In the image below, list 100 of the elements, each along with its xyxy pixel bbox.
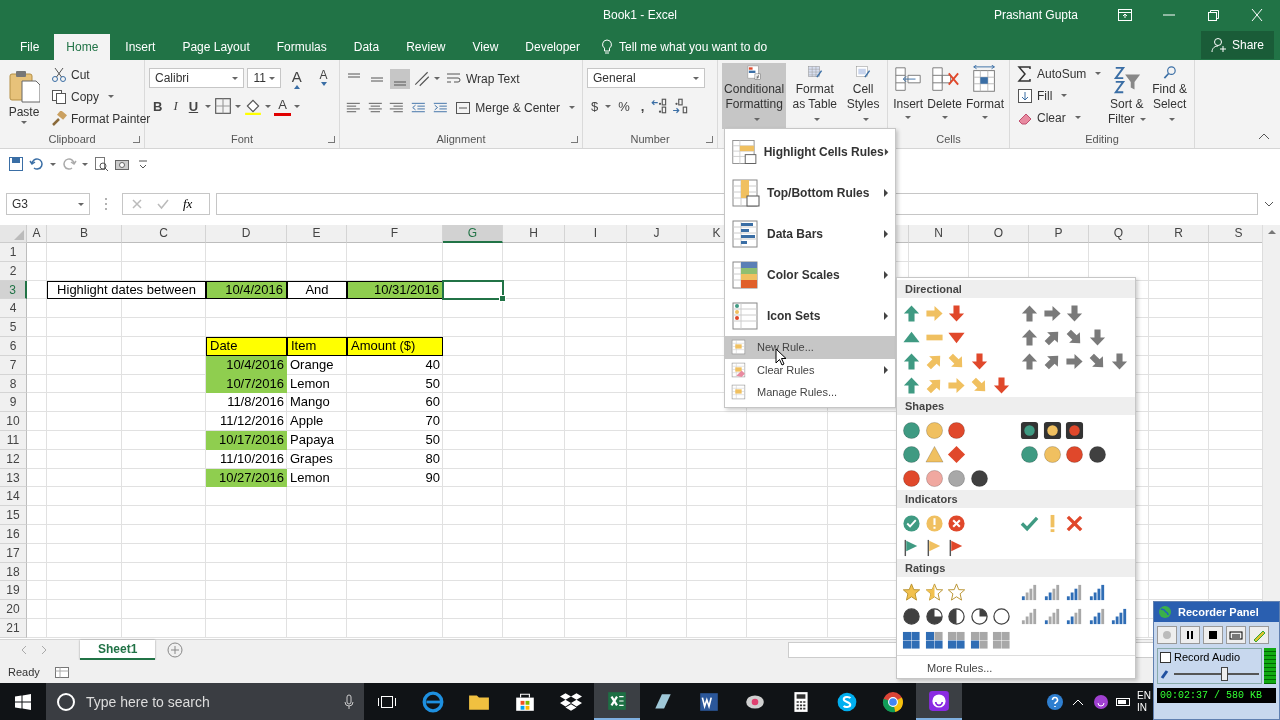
- table-cell-text: Grapes: [289, 449, 334, 468]
- column-header[interactable]: H: [503, 225, 565, 243]
- row-header[interactable]: 9: [0, 393, 27, 413]
- shrink-font-button[interactable]: A: [312, 68, 335, 88]
- ribbon-tab[interactable]: File: [8, 34, 52, 60]
- menu-item[interactable]: New Rule...: [725, 336, 895, 359]
- group-label: Cells: [936, 133, 961, 145]
- ribbon-tab[interactable]: Data: [341, 34, 392, 60]
- ribbon-tab[interactable]: Formulas: [264, 34, 339, 60]
- column-header[interactable]: R: [1149, 225, 1209, 243]
- user-name[interactable]: Prashant Gupta: [993, 8, 1078, 22]
- column-header[interactable]: D: [206, 225, 287, 243]
- search-bar[interactable]: Type here to search: [46, 683, 364, 720]
- format-cells-button[interactable]: Format: [965, 63, 1005, 129]
- currency-button[interactable]: $: [587, 96, 603, 116]
- row-header[interactable]: 15: [0, 506, 27, 525]
- column-header[interactable]: A: [27, 225, 47, 243]
- column-header[interactable]: C: [122, 225, 206, 243]
- column-header[interactable]: I: [565, 225, 627, 243]
- autosum-button[interactable]: AutoSum: [1014, 63, 1105, 84]
- comma-button[interactable]: ,: [636, 96, 649, 116]
- number-format-dropdown[interactable]: General: [587, 68, 705, 88]
- grow-font-button[interactable]: A: [284, 68, 310, 88]
- clear-button[interactable]: Clear: [1014, 107, 1105, 128]
- font-color-button[interactable]: A: [274, 96, 291, 116]
- column-header[interactable]: S: [1209, 225, 1262, 243]
- font-size-dropdown[interactable]: 11: [247, 68, 282, 88]
- column-header[interactable]: F: [347, 225, 443, 243]
- recording-status: 00:02:37 / 580 KB: [1157, 688, 1276, 703]
- menu-item[interactable]: Icon Sets: [725, 295, 895, 336]
- table-cell-text: 60: [424, 393, 441, 412]
- table-cell-text: Papaya: [289, 430, 336, 449]
- group-label: Editing: [1085, 133, 1119, 145]
- language-indicator[interactable]: EN: [1137, 689, 1151, 702]
- group-label: Font: [231, 133, 253, 145]
- column-header[interactable]: J: [627, 225, 687, 243]
- column-header[interactable]: Q: [1089, 225, 1149, 243]
- table-cell-text: Lemon: [289, 374, 331, 393]
- menu-item[interactable]: Top/Bottom Rules: [725, 172, 895, 213]
- table-cell-text: 80: [424, 449, 441, 468]
- column-header[interactable]: N: [909, 225, 969, 243]
- percent-button[interactable]: %: [614, 96, 634, 116]
- delete-cells-button[interactable]: Delete: [926, 63, 963, 129]
- status-text: Ready: [8, 665, 40, 678]
- ribbon-tab[interactable]: Home: [54, 34, 111, 60]
- ribbon-tab[interactable]: Review: [394, 34, 458, 60]
- tell-me-field[interactable]: Tell me what you want to do: [619, 40, 768, 54]
- font-name-dropdown[interactable]: Calibri: [149, 68, 245, 88]
- table-cell-text: Lemon: [289, 468, 331, 487]
- window-title: Book1 - Excel: [602, 8, 677, 22]
- table-cell-text: Orange: [289, 355, 335, 374]
- table-cell-text: 90: [424, 468, 441, 487]
- column-header[interactable]: B: [47, 225, 122, 243]
- merge-center-button[interactable]: Merge & Center: [452, 97, 578, 118]
- menu-item[interactable]: Clear Rules: [725, 358, 895, 381]
- menu-item[interactable]: Highlight Cells Rules: [725, 131, 895, 172]
- section-heading: Shapes: [897, 397, 1135, 415]
- menu-item[interactable]: Manage Rules...: [725, 381, 895, 404]
- menu-item[interactable]: Color Scales: [725, 254, 895, 295]
- insert-cells-button[interactable]: Insert: [892, 63, 925, 129]
- row-header[interactable]: 10: [0, 412, 27, 431]
- fill-button[interactable]: Fill: [1014, 85, 1105, 106]
- menu-item[interactable]: More Rules...: [897, 655, 1135, 674]
- underline-button[interactable]: U: [184, 96, 203, 116]
- table-cell-text: 40: [424, 355, 441, 374]
- table-cell-text: 50: [424, 374, 441, 393]
- wrap-text-button[interactable]: Wrap Text: [443, 68, 523, 89]
- table-cell-text: 70: [424, 412, 441, 431]
- section-heading: Directional: [897, 280, 1135, 298]
- table-cell-text: 50: [424, 430, 441, 449]
- table-cell-text: Apple: [289, 412, 325, 431]
- row-header[interactable]: 4: [0, 299, 27, 319]
- ribbon-tab[interactable]: View: [460, 34, 511, 60]
- sort-filter-button[interactable]: Sort & Filter: [1106, 63, 1148, 129]
- italic-button[interactable]: I: [169, 96, 182, 116]
- column-header[interactable]: E: [287, 225, 347, 243]
- paste-button[interactable]: Paste: [4, 63, 44, 130]
- ribbon-tab[interactable]: Insert: [113, 34, 168, 60]
- group-label: Clipboard: [48, 133, 96, 145]
- row-header[interactable]: 1: [0, 243, 27, 262]
- column-header[interactable]: G: [443, 225, 503, 243]
- conditional-formatting-button[interactable]: Conditional Formatting: [722, 63, 787, 129]
- find-select-button[interactable]: Find & Select: [1149, 63, 1190, 129]
- section-heading: Ratings: [897, 559, 1135, 577]
- ribbon-tab[interactable]: Page Layout: [170, 34, 262, 60]
- sheet-tab[interactable]: Sheet1: [80, 640, 156, 660]
- ribbon-tab[interactable]: Developer: [513, 34, 592, 60]
- column-header[interactable]: P: [1029, 225, 1089, 243]
- row-header[interactable]: 20: [0, 600, 27, 619]
- row-header[interactable]: 5: [0, 318, 27, 337]
- name-box[interactable]: G3: [6, 193, 90, 215]
- row-header[interactable]: 14: [0, 487, 27, 507]
- row-header[interactable]: 19: [0, 581, 27, 601]
- checkbox-label: Record Audio: [1174, 651, 1241, 663]
- language-indicator[interactable]: IN: [1137, 701, 1151, 714]
- share-button[interactable]: Share: [1200, 31, 1274, 59]
- column-header[interactable]: O: [969, 225, 1029, 243]
- group-label: Number: [630, 133, 670, 145]
- insert-function-button[interactable]: fx: [183, 196, 193, 212]
- search-field[interactable]: Type here to search: [84, 692, 336, 711]
